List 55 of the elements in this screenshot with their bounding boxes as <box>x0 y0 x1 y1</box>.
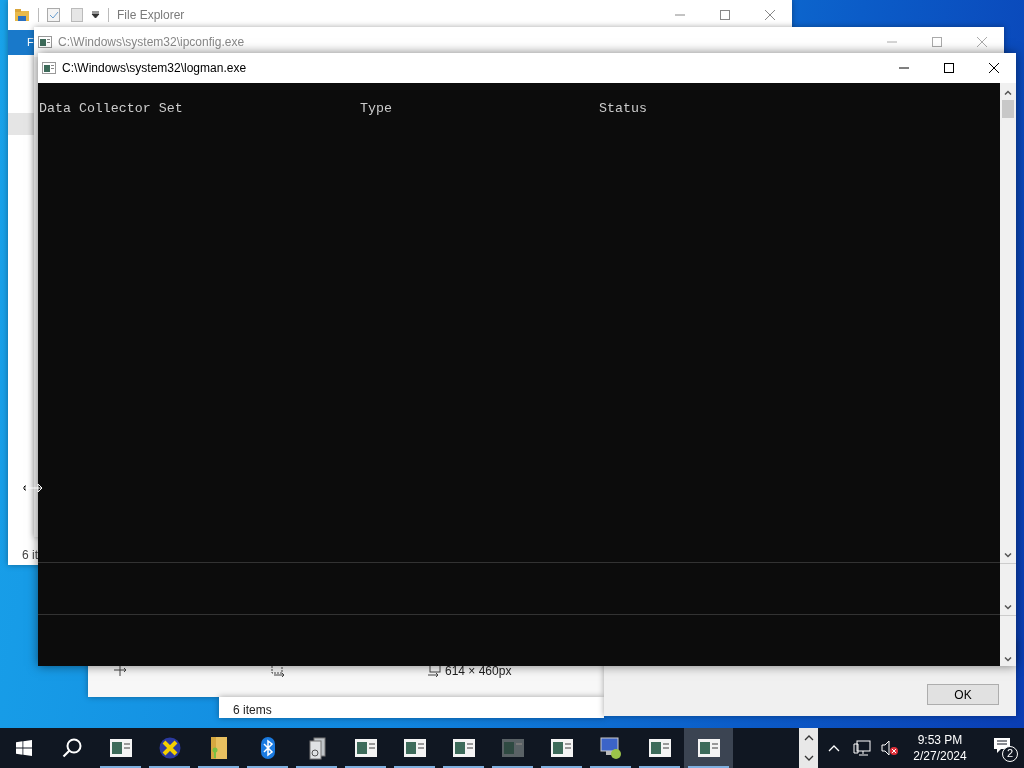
window-title: C:\Windows\system32\logman.exe <box>62 60 247 77</box>
clock-time: 9:53 PM <box>917 732 963 748</box>
image-dimensions: 614 × 460px <box>445 663 512 680</box>
status-text: 6 it <box>22 547 38 564</box>
clock-button[interactable]: 9:53 PM 2/27/2024 <box>908 728 972 768</box>
move-icon <box>113 663 127 677</box>
column-header: Status <box>599 100 648 118</box>
close-icon <box>764 10 775 20</box>
scroll-down-icon[interactable] <box>1004 656 1012 662</box>
scrollbar[interactable] <box>1000 83 1016 666</box>
network-icon <box>853 740 871 756</box>
scroll-up-icon[interactable] <box>803 735 814 741</box>
window-title: C:\Windows\system32\ipconfig.exe <box>58 34 245 51</box>
windows-icon <box>16 740 32 756</box>
console-window-icon <box>696 736 721 760</box>
console-icon <box>38 36 52 48</box>
column-header: Type <box>360 100 393 118</box>
console-window-icon <box>451 736 476 760</box>
maximize-icon <box>943 63 954 73</box>
properties-icon[interactable] <box>47 8 61 22</box>
dropdown-icon[interactable] <box>91 11 100 19</box>
taskbar-app-button[interactable] <box>684 728 733 768</box>
console-window-icon <box>647 736 672 760</box>
status-text: 6 items <box>233 702 272 719</box>
console-icon <box>42 62 56 74</box>
maximize-icon <box>931 37 942 47</box>
column-header: Data Collector Set <box>39 100 184 118</box>
window-title: File Explorer <box>117 7 185 24</box>
console-window-icon <box>108 736 133 760</box>
ok-button[interactable]: OK <box>927 684 999 705</box>
ribbon-tab[interactable]: F <box>27 34 34 51</box>
scroll-down-icon[interactable] <box>1004 604 1012 610</box>
scroll-up-icon[interactable] <box>1004 89 1012 95</box>
computer-icon <box>598 736 623 760</box>
console-window-icon <box>402 736 427 760</box>
close-icon <box>976 37 987 47</box>
speaker-muted-icon <box>881 740 899 756</box>
scroll-down-icon[interactable] <box>1004 552 1012 558</box>
maximize-icon <box>719 10 730 20</box>
x-circle-icon <box>157 736 182 760</box>
notification-count: 2 <box>1002 746 1018 762</box>
scrollbar-thumb[interactable] <box>1002 100 1014 118</box>
chevron-up-icon <box>828 744 840 752</box>
scroll-down-icon[interactable] <box>803 755 814 761</box>
taskbar-scroll-control[interactable] <box>799 728 818 768</box>
action-center-button[interactable]: 2 <box>980 728 1024 768</box>
folder-icon[interactable] <box>14 8 30 22</box>
console-window-icon <box>549 736 574 760</box>
console-window-icon <box>500 736 525 760</box>
close-icon <box>988 63 999 73</box>
selection-icon <box>271 663 285 677</box>
clock-date: 2/27/2024 <box>913 748 967 764</box>
image-size-icon <box>427 663 441 677</box>
console-window-icon <box>353 736 378 760</box>
search-icon <box>62 738 82 758</box>
